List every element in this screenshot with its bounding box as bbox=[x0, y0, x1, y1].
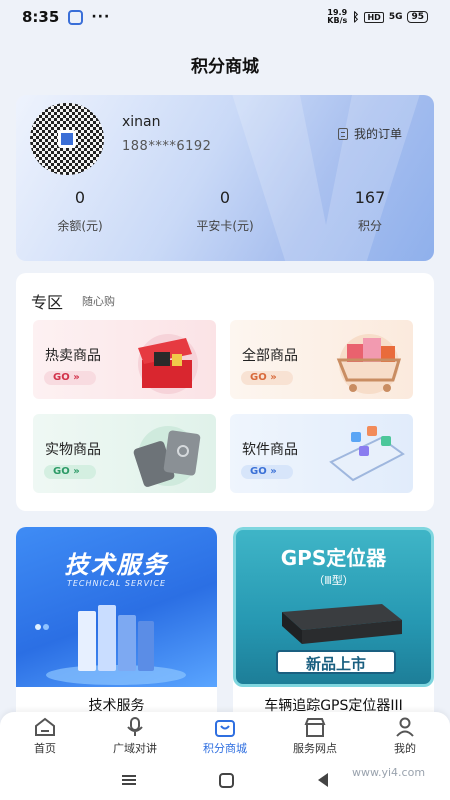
phone-number: 188****6192 bbox=[122, 139, 212, 154]
stat-value: 0 bbox=[74, 188, 86, 207]
tile-physical-products[interactable]: 实物商品 GO » bbox=[33, 414, 216, 493]
stat-label: 积分 bbox=[357, 219, 382, 233]
network-speed: 19.9 KB/s bbox=[327, 9, 347, 25]
tab-label: 我的 bbox=[394, 742, 416, 755]
tab-label: 积分商城 bbox=[203, 742, 247, 755]
status-right: 19.9 KB/s ᛒ HD 5G 95 bbox=[327, 9, 428, 25]
signal-icon: 5G bbox=[388, 12, 403, 22]
shopping-cart-icon bbox=[336, 334, 402, 394]
stat-value: 0 bbox=[219, 188, 231, 207]
go-button[interactable]: GO » bbox=[44, 465, 96, 479]
tab-points-mall[interactable]: 积分商城 bbox=[180, 712, 270, 760]
banner-subtitle: TECHNICAL SERVICE bbox=[66, 579, 167, 588]
promo-technical-service[interactable]: 技术服务 TECHNICAL SERVICE 技术服务 bbox=[16, 527, 217, 727]
stat-card[interactable]: 0 平安卡(元) bbox=[175, 188, 275, 234]
gift-box-icon bbox=[138, 334, 198, 394]
go-button[interactable]: GO » bbox=[241, 371, 293, 385]
tablet-apps-icon bbox=[329, 426, 405, 482]
tile-label: 软件商品 bbox=[242, 442, 298, 458]
stat-label: 平安卡(元) bbox=[196, 219, 254, 233]
zone-subtitle: 随心购 bbox=[82, 295, 115, 308]
tab-intercom[interactable]: 广域对讲 bbox=[90, 712, 180, 760]
recent-apps-icon[interactable] bbox=[121, 775, 136, 785]
go-button[interactable]: GO » bbox=[241, 465, 293, 479]
bluetooth-icon: ᛒ bbox=[352, 10, 360, 24]
tile-all-products[interactable]: 全部商品 GO » bbox=[230, 320, 413, 399]
microphone-icon bbox=[127, 717, 143, 736]
tab-label: 首页 bbox=[34, 742, 56, 755]
page-title: 积分商城 bbox=[191, 57, 259, 77]
username: xinan bbox=[122, 114, 161, 130]
status-bar: 8:35 ··· 19.9 KB/s ᛒ HD 5G 95 bbox=[0, 0, 450, 34]
binders-illustration bbox=[35, 605, 186, 685]
stat-balance[interactable]: 0 余额(元) bbox=[30, 188, 130, 234]
tab-label: 广域对讲 bbox=[113, 742, 157, 755]
gps-banner: GPS定位器 （Ⅲ型） 新品上市 bbox=[233, 527, 434, 687]
banner-model: （Ⅲ型） bbox=[313, 574, 354, 587]
promo-gps-locator[interactable]: GPS定位器 （Ⅲ型） 新品上市 车辆追踪GPS定位器III bbox=[233, 527, 434, 727]
app-notification-icon bbox=[68, 9, 84, 25]
device-cards-icon bbox=[133, 426, 201, 487]
zone-title: 专区 bbox=[31, 293, 64, 312]
tile-label: 全部商品 bbox=[242, 348, 298, 364]
user-icon bbox=[396, 717, 414, 737]
stat-value: 167 bbox=[354, 188, 386, 207]
qr-code-avatar[interactable] bbox=[30, 103, 104, 175]
zone-card: 专区 随心购 热卖商品 GO » 全部商品 GO » 实物商品 GO » 软件商… bbox=[16, 273, 434, 511]
tile-software-products[interactable]: 软件商品 GO » bbox=[230, 414, 413, 493]
tab-label: 服务网点 bbox=[293, 742, 337, 755]
tab-home[interactable]: 首页 bbox=[0, 712, 90, 760]
hd-badge: HD bbox=[364, 11, 384, 23]
more-notifications-icon: ··· bbox=[91, 9, 111, 25]
gps-device-illustration bbox=[282, 604, 402, 644]
shopping-bag-icon bbox=[215, 720, 235, 737]
decorative-v-shape bbox=[232, 95, 420, 261]
user-card: xinan 188****6192 我的订单 0 余额(元) 0 平安卡(元) … bbox=[16, 95, 434, 261]
new-product-tag: 新品上市 bbox=[276, 650, 396, 674]
banner-title: 技术服务 bbox=[64, 551, 169, 579]
my-orders-label: 我的订单 bbox=[354, 127, 403, 141]
bottom-tab-bar: 首页 广域对讲 积分商城 服务网点 我的 bbox=[0, 712, 450, 760]
tab-service-points[interactable]: 服务网点 bbox=[270, 712, 360, 760]
tile-label: 实物商品 bbox=[45, 442, 101, 458]
tile-label: 热卖商品 bbox=[45, 348, 101, 364]
status-time: 8:35 bbox=[22, 8, 60, 26]
go-button[interactable]: GO » bbox=[44, 371, 96, 385]
stat-label: 余额(元) bbox=[57, 219, 103, 233]
tab-mine[interactable]: 我的 bbox=[360, 712, 450, 760]
network-speed-unit: KB/s bbox=[327, 16, 348, 25]
home-button-icon[interactable] bbox=[219, 772, 235, 788]
banner-title: GPS定位器 bbox=[280, 546, 387, 570]
battery-icon: 95 bbox=[407, 11, 428, 23]
home-icon bbox=[35, 717, 55, 736]
watermark: www.yi4.com bbox=[352, 766, 426, 779]
orders-icon bbox=[338, 127, 348, 140]
my-orders-link[interactable]: 我的订单 bbox=[338, 125, 402, 142]
store-icon bbox=[304, 718, 326, 737]
technical-service-banner: 技术服务 TECHNICAL SERVICE bbox=[16, 527, 217, 687]
stat-points[interactable]: 167 积分 bbox=[320, 188, 420, 234]
back-icon[interactable] bbox=[318, 773, 329, 787]
tile-hot-products[interactable]: 热卖商品 GO » bbox=[33, 320, 216, 399]
